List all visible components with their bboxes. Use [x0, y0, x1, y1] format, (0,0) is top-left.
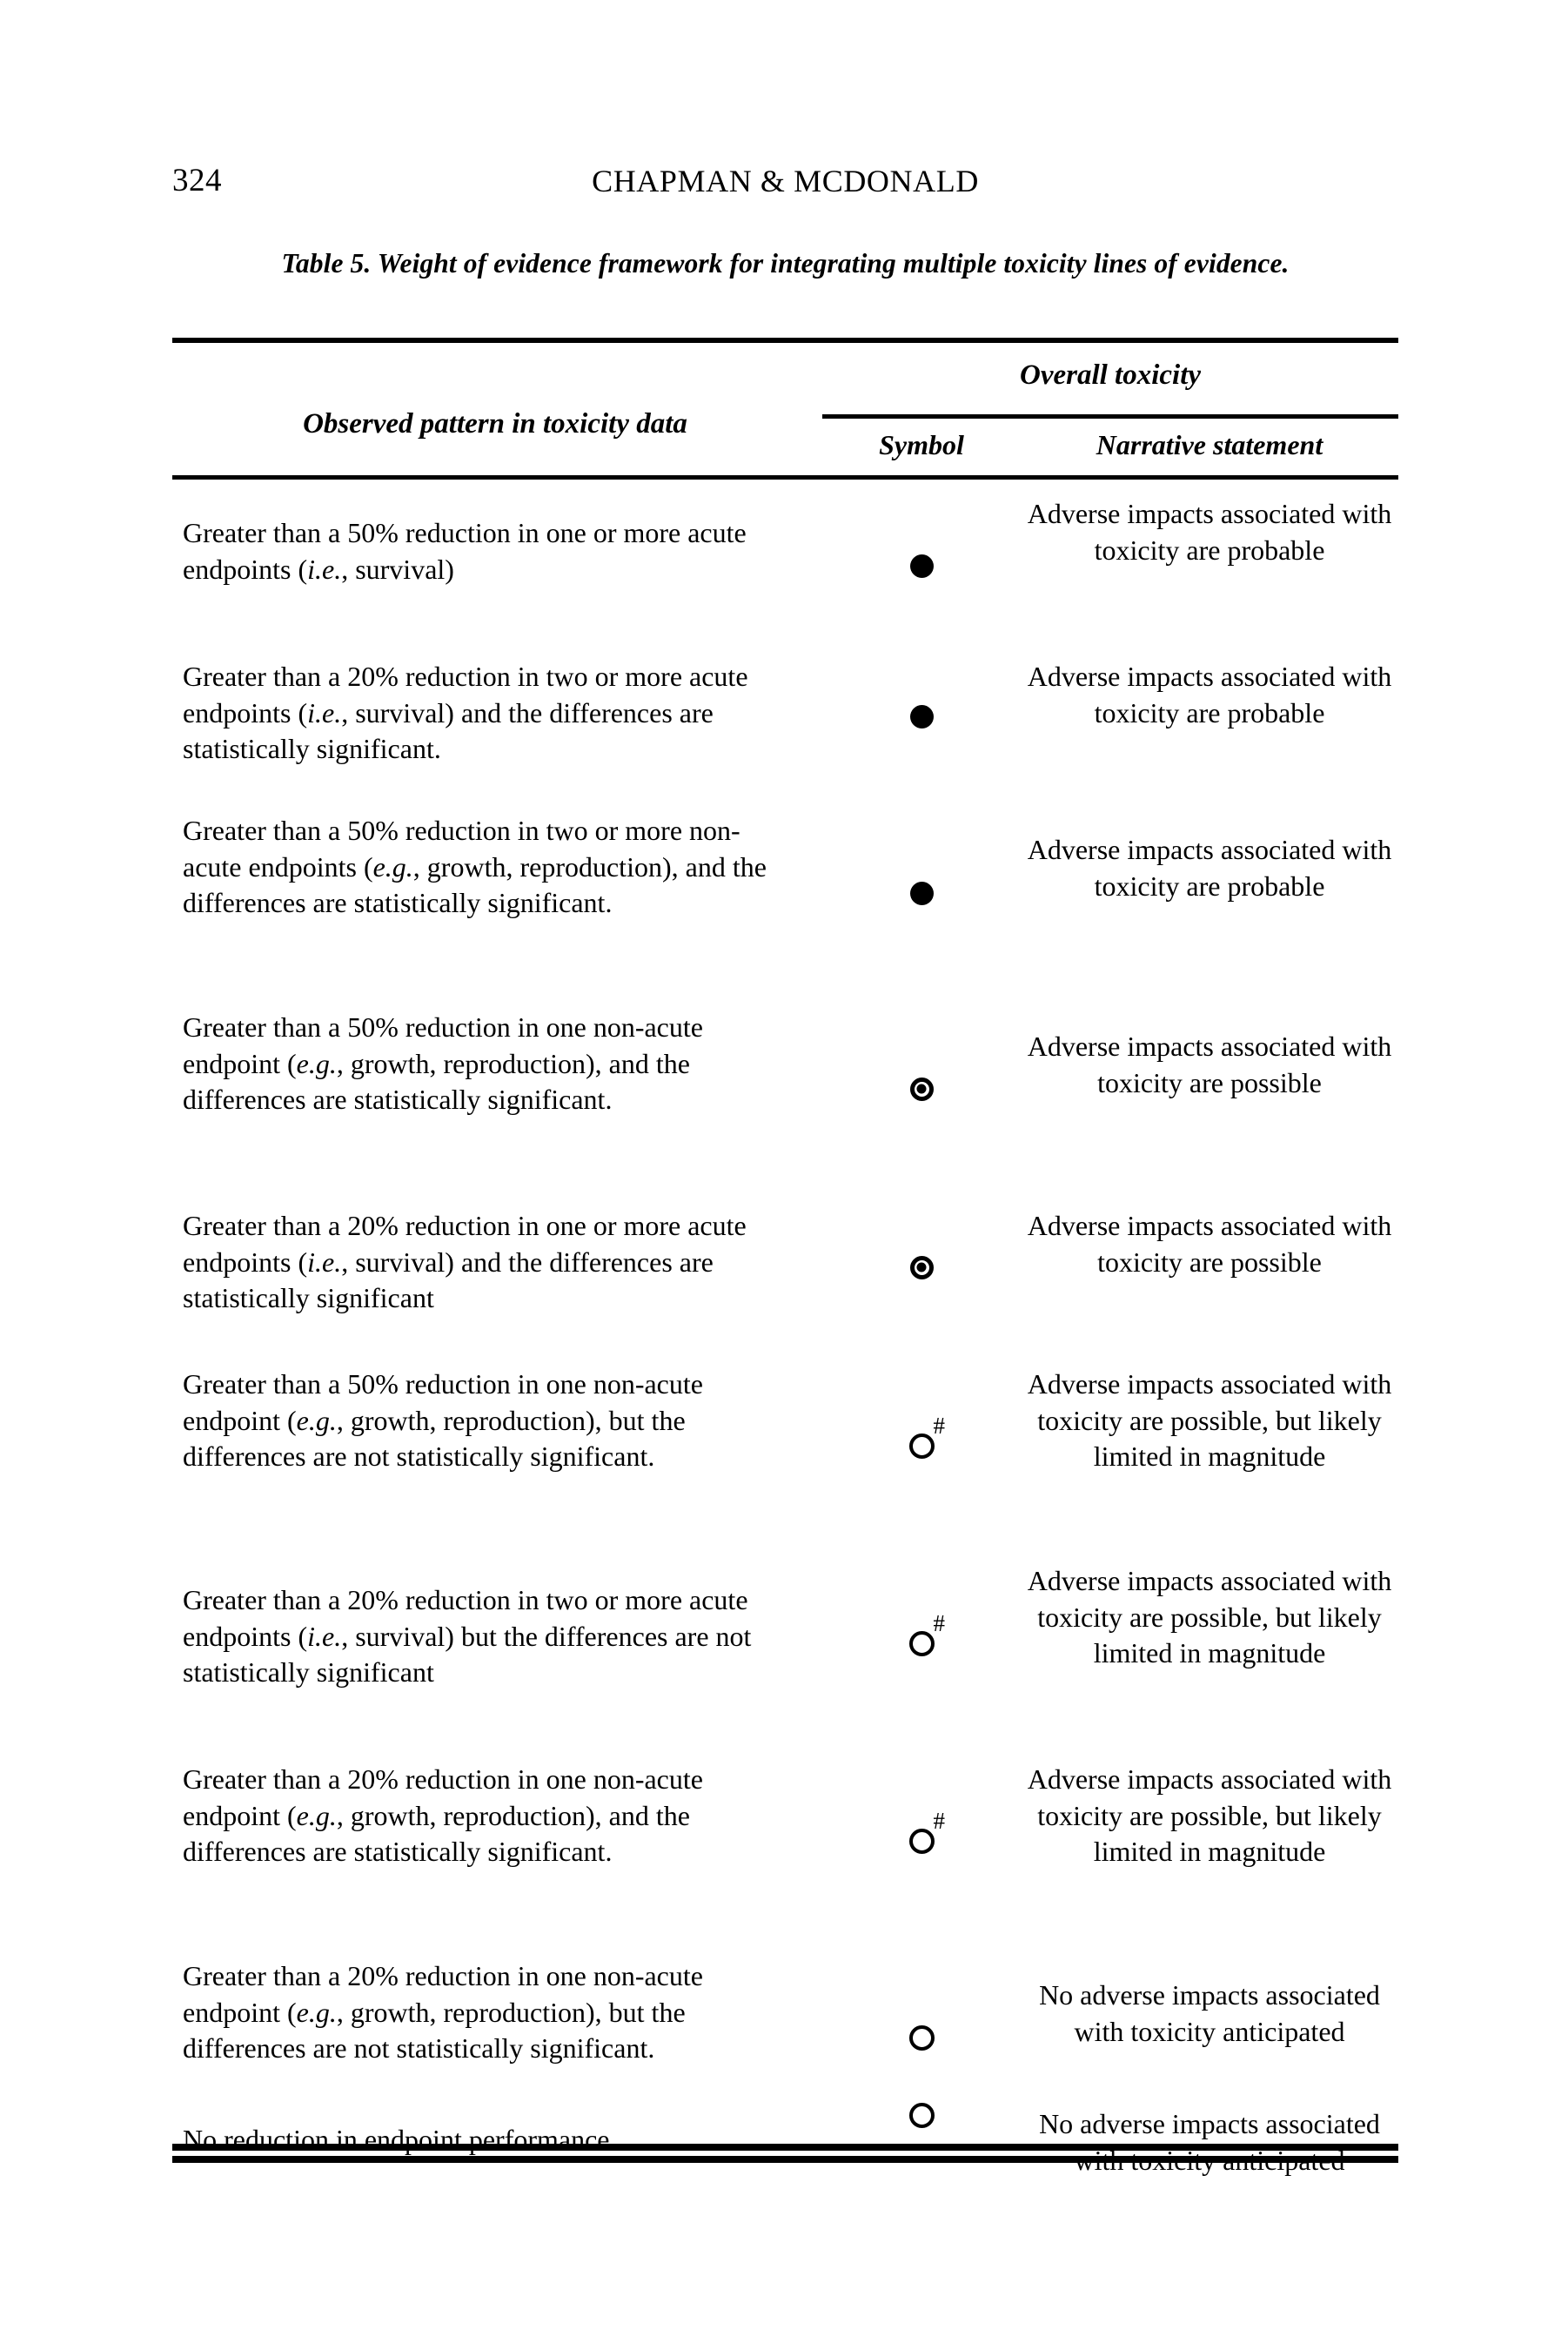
bullseye-circle-icon [909, 1255, 934, 1279]
cell-observed-pattern: Greater than a 20% reduction in one non-… [183, 1763, 703, 1867]
symbol-wrapper: # [908, 1809, 945, 1854]
cell-symbol [822, 992, 1021, 1185]
table-top-rule [172, 338, 1398, 343]
table-bottom-rule-lower [172, 2156, 1398, 2163]
cell-narrative-statement: Adverse impacts associated with toxicity… [1027, 1763, 1392, 1867]
table-row: Greater than a 20% reduction in one or m… [172, 1189, 1398, 1346]
symbol-wrapper: # [908, 1413, 945, 1459]
cell-observed-pattern: Greater than a 20% reduction in two or m… [183, 1584, 752, 1688]
cell-narrative-statement: No adverse impacts associated with toxic… [1039, 1979, 1380, 2047]
hash-superscript-marker: # [933, 1609, 946, 1636]
table-caption: Table 5. Weight of evidence framework fo… [281, 248, 1290, 279]
open-circle-icon [908, 1433, 935, 1459]
cell-symbol [822, 496, 1021, 635]
table-row: Greater than a 20% reduction in two or m… [172, 638, 1398, 795]
bullseye-circle-icon [909, 1077, 934, 1101]
cell-observed-pattern: Greater than a 50% reduction in one non-… [183, 1011, 703, 1115]
hash-superscript-marker: # [933, 1807, 946, 1834]
running-title: CHAPMAN & MCDONALD [592, 164, 979, 198]
cell-symbol [822, 638, 1021, 795]
filled-circle-icon [909, 881, 934, 905]
symbol-wrapper [909, 554, 934, 578]
cell-symbol [822, 797, 1021, 989]
cell-narrative-statement: Adverse impacts associated with toxicity… [1027, 1031, 1392, 1098]
open-circle-icon [908, 1828, 935, 1854]
table-row: No reduction in endpoint performance No a… [172, 2045, 1398, 2185]
cell-observed-pattern: Greater than a 50% reduction in two or m… [183, 815, 767, 918]
table-row: Greater than a 20% reduction in two or m… [172, 1546, 1398, 1741]
column-header-observed-pattern: Observed pattern in toxicity data [303, 408, 687, 440]
symbol-wrapper [909, 1255, 934, 1279]
cell-observed-pattern: Greater than a 50% reduction in one non-… [183, 1368, 703, 1472]
running-head: 324 CHAPMAN & MCDONALD [172, 161, 1398, 201]
cell-narrative-statement: Adverse impacts associated with toxicity… [1027, 498, 1392, 566]
cell-observed-pattern: Greater than a 50% reduction in one or m… [183, 517, 747, 585]
cell-narrative-statement: Adverse impacts associated with toxicity… [1027, 1210, 1392, 1278]
symbol-wrapper [908, 2102, 935, 2128]
column-header-overall-toxicity: Overall toxicity [1019, 359, 1202, 391]
cell-narrative-statement: Adverse impacts associated with toxicity… [1027, 1565, 1392, 1668]
cell-narrative-statement: Adverse impacts associated with toxicity… [1027, 661, 1392, 728]
table-header-rule [172, 475, 1398, 480]
symbol-wrapper [909, 1077, 934, 1101]
overall-toxicity-span-rule [822, 414, 1398, 419]
cell-symbol [822, 1189, 1021, 1346]
table-row: Greater than a 50% reduction in one non-… [172, 992, 1398, 1185]
hash-superscript-marker: # [933, 1412, 946, 1439]
cell-symbol: # [822, 1546, 1021, 1741]
document-page: 324 CHAPMAN & MCDONALD Table 5. Weight o… [0, 0, 1568, 2350]
table-row: Greater than a 50% reduction in two or m… [172, 797, 1398, 989]
symbol-wrapper [909, 704, 934, 728]
table-row: Greater than a 50% reduction in one or m… [172, 496, 1398, 635]
cell-observed-pattern: No reduction in endpoint performance [183, 2124, 610, 2155]
table-row: Greater than a 20% reduction in one non-… [172, 1744, 1398, 1937]
filled-circle-icon [909, 704, 934, 728]
table-row: Greater than a 50% reduction in one non-… [172, 1349, 1398, 1542]
column-header-symbol: Symbol [879, 429, 964, 460]
cell-narrative-statement: Adverse impacts associated with toxicity… [1027, 1368, 1392, 1472]
column-header-narrative-statement: Narrative statement [1096, 429, 1323, 460]
cell-symbol: # [822, 1349, 1021, 1542]
symbol-wrapper: # [908, 1611, 945, 1656]
filled-circle-icon [909, 554, 934, 578]
open-circle-icon [908, 1630, 935, 1656]
symbol-wrapper [909, 881, 934, 905]
table-bottom-rule-upper [172, 2144, 1398, 2151]
cell-symbol: # [822, 1744, 1021, 1937]
cell-symbol [822, 2045, 1021, 2185]
cell-narrative-statement: Adverse impacts associated with toxicity… [1027, 834, 1392, 902]
cell-observed-pattern: Greater than a 20% reduction in one or m… [183, 1210, 747, 1313]
open-circle-icon [908, 2102, 935, 2128]
cell-observed-pattern: Greater than a 20% reduction in two or m… [183, 661, 748, 764]
cell-narrative-statement: No adverse impacts associated with toxic… [1039, 2108, 1380, 2176]
